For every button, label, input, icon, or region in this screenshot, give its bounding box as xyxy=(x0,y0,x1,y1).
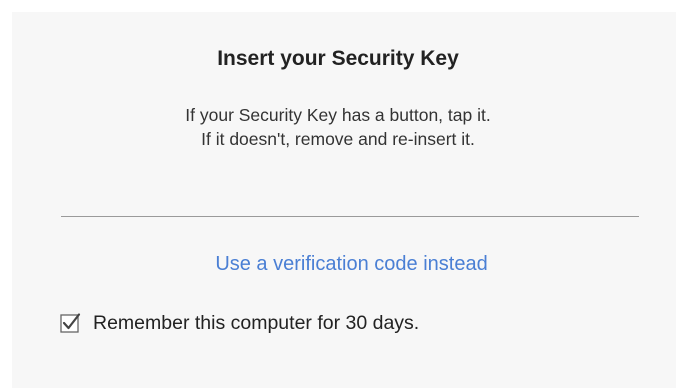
description-line-2: If it doesn't, remove and re-insert it. xyxy=(201,129,475,149)
checkmark-icon xyxy=(60,313,81,333)
remember-label: Remember this computer for 30 days. xyxy=(93,312,420,334)
remember-checkbox[interactable] xyxy=(60,312,82,334)
remember-computer-option[interactable]: Remember this computer for 30 days. xyxy=(60,309,419,337)
use-verification-code-link[interactable]: Use a verification code instead xyxy=(0,250,676,278)
dialog-title: Insert your Security Key xyxy=(217,47,459,70)
dialog-description: If your Security Key has a button, tap i… xyxy=(0,103,676,151)
description-line-1: If your Security Key has a button, tap i… xyxy=(185,105,491,125)
divider xyxy=(61,216,639,217)
